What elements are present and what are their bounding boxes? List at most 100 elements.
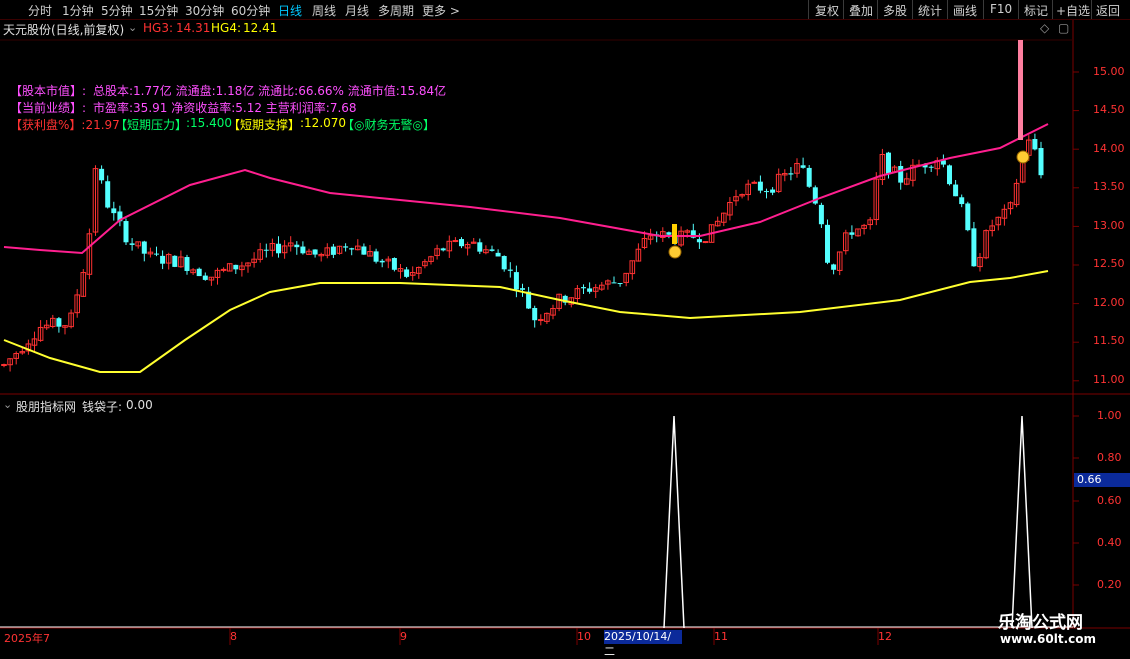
hg3-value: 14.31 (176, 21, 211, 35)
x-tick-label: 10 (577, 630, 591, 643)
candle-body (172, 255, 178, 267)
indicator-layer (0, 415, 1073, 629)
candle-body (587, 288, 593, 292)
sub-y-tick-label: 1.00 (1097, 409, 1122, 422)
candle-body (202, 275, 208, 280)
candle-body (800, 165, 806, 168)
info-performance-text: 市盈率:35.91 净资收益率:5.12 主营利润率:7.68 (93, 101, 357, 115)
candle-body (373, 251, 379, 262)
signal-markers-layer (668, 40, 1030, 259)
y-tick-label: 12.00 (1093, 296, 1125, 309)
hg4-label: HG4: (211, 21, 241, 35)
sub-y-tick-label: 0.80 (1097, 451, 1122, 464)
selected-date-label: 2025/10/14/二 (604, 630, 682, 658)
candle-body (825, 224, 830, 263)
candle-body (501, 256, 507, 270)
candle-body (617, 283, 623, 285)
candle-body (666, 232, 672, 235)
candle-body (312, 249, 318, 255)
y-tick-label: 13.50 (1093, 180, 1125, 193)
info-capital-text: 总股本:1.77亿 流通盘:1.18亿 流通比:66.66% 流通市值:15.8… (93, 84, 447, 98)
candle-body (818, 204, 824, 225)
candle-body (788, 173, 794, 175)
info-capital-tag: 【股本市值】: (10, 84, 87, 98)
candle-body (831, 264, 837, 270)
y-tick-label: 14.50 (1093, 103, 1125, 116)
x-tick-label: 9 (400, 630, 407, 643)
candle-body (184, 257, 190, 271)
candle-body (263, 249, 269, 251)
signal-bar-yellow (672, 224, 677, 244)
panel-collapse-icon[interactable]: ⌄ (3, 398, 12, 411)
indicator-label: 钱袋子: (82, 400, 123, 414)
info-support-value: :12.070 (300, 116, 347, 130)
candle-body (849, 232, 855, 235)
candle-body (965, 203, 971, 231)
candle-body (99, 168, 105, 181)
candle-body (477, 242, 483, 252)
candle-body (953, 184, 959, 197)
candle-body (196, 268, 202, 277)
candle-body (806, 167, 812, 187)
info-pressure-value: :15.400 (186, 116, 233, 130)
ma-lines-layer (3, 123, 1049, 373)
candle-body (770, 189, 776, 193)
hg4-value: 12.41 (243, 21, 278, 35)
candle-body (330, 246, 336, 255)
candle-body (452, 240, 459, 243)
candle-body (300, 246, 306, 254)
indicator-spike (1011, 415, 1033, 629)
candle-body (129, 243, 135, 245)
candle-body (513, 272, 519, 290)
candle-body (751, 181, 758, 184)
candle-body (507, 269, 513, 271)
candle-body (440, 248, 446, 251)
indicator-value: 0.00 (126, 398, 153, 412)
candle-body (294, 244, 300, 248)
candle-body (349, 248, 355, 250)
candle-body (757, 181, 763, 191)
candle-body (1, 364, 7, 367)
candle-body (220, 268, 227, 271)
diamond-icon[interactable]: ◇ (1040, 21, 1049, 35)
info-support-tag: 【短期支撑】 (228, 118, 301, 132)
stock-title: 天元股份(日线,前复权) (3, 23, 125, 37)
x-tick-label: 12 (878, 630, 892, 643)
candle-body (1032, 139, 1038, 150)
info-pressure-tag: 【短期压力】 (115, 118, 188, 132)
candle-body (404, 269, 410, 277)
y-tick-label: 14.00 (1093, 142, 1125, 155)
money-bag-icon (668, 245, 682, 259)
candle-body (391, 258, 397, 270)
y-tick-label: 13.00 (1093, 219, 1125, 232)
y-tick-label: 15.00 (1093, 65, 1125, 78)
candle-body (581, 287, 586, 289)
signal-bar-pink (1018, 40, 1023, 140)
chevron-down-icon[interactable]: ⌄ (128, 21, 137, 34)
candle-body (764, 191, 769, 193)
candle-body (495, 252, 501, 257)
candle-body (947, 165, 952, 185)
candles-layer (1, 133, 1044, 372)
candle-body (141, 241, 147, 254)
candle-body (489, 249, 495, 251)
candle-body (611, 282, 617, 284)
y-tick-label: 12.50 (1093, 257, 1125, 270)
candle-body (343, 246, 349, 248)
candle-body (898, 166, 904, 183)
watermark-url: www.60lt.com (1000, 632, 1097, 646)
y-tick-label: 11.00 (1093, 373, 1125, 386)
candle-body (971, 228, 977, 267)
indicator-panel-title: 股朋指标网 (16, 400, 77, 414)
candle-body (459, 239, 464, 247)
candle-body (702, 241, 709, 244)
window-icon[interactable]: ▢ (1058, 21, 1069, 35)
money-bag-icon (1016, 150, 1030, 164)
sub-y-tick-label: 0.40 (1097, 536, 1122, 549)
x-tick-label: 11 (714, 630, 728, 643)
candle-body (696, 239, 702, 243)
candle-body (959, 197, 965, 205)
candle-body (154, 253, 159, 255)
candle-body (276, 243, 281, 254)
candle-body (532, 308, 538, 321)
